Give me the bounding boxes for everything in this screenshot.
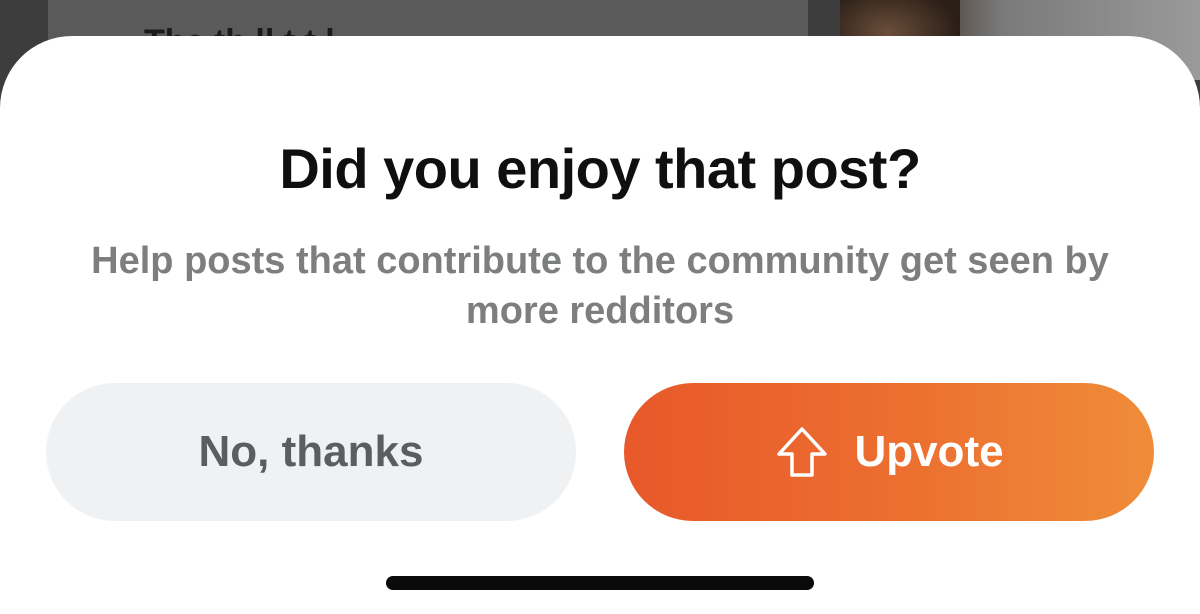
upvote-button[interactable]: Upvote [624, 383, 1154, 521]
upvote-prompt-sheet: Did you enjoy that post? Help posts that… [0, 36, 1200, 614]
no-thanks-label: No, thanks [198, 427, 424, 476]
home-indicator[interactable] [386, 576, 814, 590]
upvote-label: Upvote [854, 427, 1004, 476]
no-thanks-button[interactable]: No, thanks [46, 383, 576, 521]
arrow-up-icon [774, 424, 830, 480]
sheet-subtitle: Help posts that contribute to the commun… [91, 240, 1109, 332]
sheet-title: Did you enjoy that post? [279, 137, 921, 200]
